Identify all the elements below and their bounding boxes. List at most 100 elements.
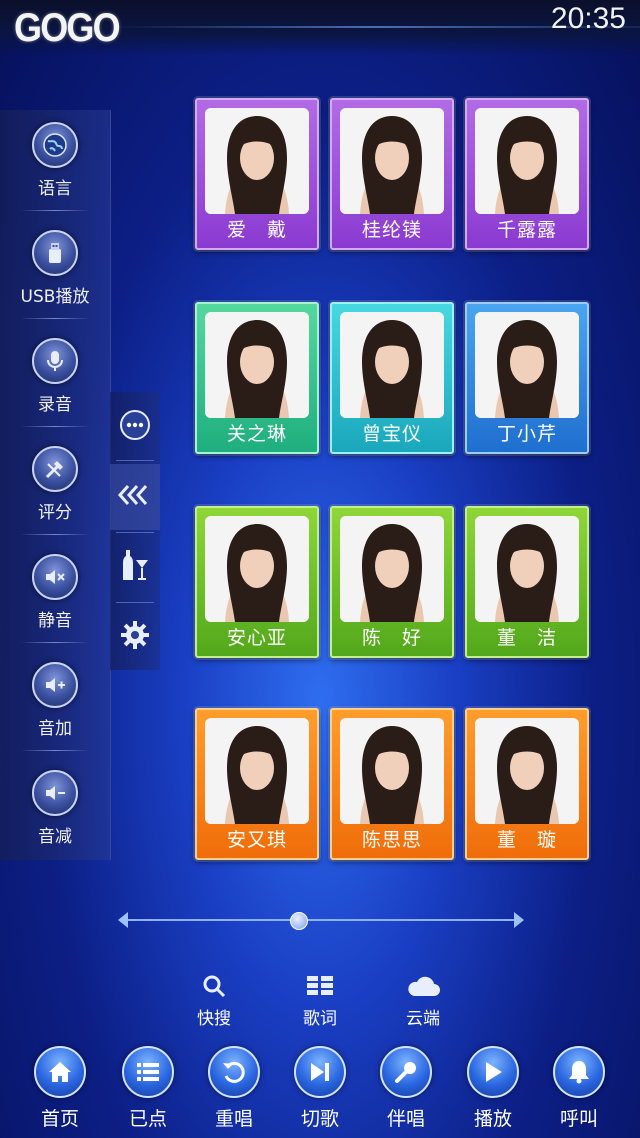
singer-name: 千露露	[496, 219, 557, 241]
function-label: 歌词	[303, 1009, 337, 1029]
nav-label: 已点	[128, 1108, 167, 1130]
divider	[116, 460, 154, 461]
volume-down-icon	[32, 770, 78, 816]
slider-right-arrow-icon[interactable]	[514, 912, 524, 928]
singer-name: 桂纶镁	[361, 219, 422, 241]
sidebar-item-volume-down[interactable]: 音减	[0, 758, 110, 866]
nav-skip[interactable]: 切歌	[282, 1046, 358, 1131]
singer-name: 安又琪	[226, 829, 287, 851]
singer-photo	[205, 108, 309, 214]
singer-name: 曾宝仪	[361, 423, 422, 445]
singer-name: 陈 好	[361, 627, 422, 649]
nav-replay[interactable]: 重唱	[196, 1046, 272, 1131]
nav-label: 切歌	[300, 1108, 339, 1130]
slider-knob[interactable]	[289, 912, 308, 930]
divider	[116, 532, 154, 533]
singer-card[interactable]: 千露露	[465, 98, 589, 250]
top-bar: GOGO 20:35	[0, 0, 640, 56]
volume-up-icon	[32, 662, 78, 708]
sidebar-item-language[interactable]: 语言	[0, 110, 110, 218]
progress-slider[interactable]	[118, 910, 524, 930]
singer-photo	[205, 516, 309, 622]
singer-card[interactable]: 桂纶镁	[330, 98, 454, 250]
singer-name: 丁小芹	[496, 423, 557, 445]
side-tool-strip	[110, 392, 160, 670]
sidebar-item-record[interactable]: 录音	[0, 326, 110, 434]
nav-play[interactable]: 播放	[455, 1046, 531, 1131]
singer-card[interactable]: 安心亚	[195, 506, 319, 658]
settings-gear-icon	[120, 620, 150, 654]
divider	[116, 602, 154, 603]
singer-photo	[475, 516, 579, 622]
singer-photo	[475, 108, 579, 214]
singer-card[interactable]: 曾宝仪	[330, 302, 454, 454]
search-icon	[174, 972, 254, 1000]
singer-card[interactable]: 爱 戴	[195, 98, 319, 250]
more-button[interactable]	[110, 394, 160, 460]
singer-card[interactable]: 关之琳	[195, 302, 319, 454]
singer-photo	[205, 312, 309, 418]
divider	[20, 534, 90, 535]
nav-label: 呼叫	[559, 1108, 598, 1130]
sidebar-item-label: 音减	[38, 827, 72, 847]
score-icon	[32, 446, 78, 492]
mute-icon	[32, 554, 78, 600]
nav-call[interactable]: 呼叫	[541, 1046, 617, 1131]
sidebar-item-usb[interactable]: USB播放	[0, 218, 110, 326]
sidebar-item-label: 录音	[38, 395, 72, 415]
singer-photo	[340, 312, 444, 418]
skip-icon	[294, 1046, 346, 1098]
nav-home[interactable]: 首页	[22, 1046, 98, 1131]
singer-card[interactable]: 陈思思	[330, 708, 454, 860]
singer-card[interactable]: 丁小芹	[465, 302, 589, 454]
sidebar-item-volume-up[interactable]: 音加	[0, 650, 110, 758]
usb-icon	[32, 230, 78, 276]
settings-button[interactable]	[110, 604, 160, 670]
divider	[20, 750, 90, 751]
singer-name: 关之琳	[226, 423, 287, 445]
sidebar-item-mute[interactable]: 静音	[0, 542, 110, 650]
left-sidebar: 语言 USB播放 录音 评分 静音 音加 音减	[0, 110, 111, 860]
nav-selected[interactable]: 已点	[110, 1046, 186, 1131]
singer-photo	[340, 718, 444, 824]
sidebar-item-label: 语言	[38, 179, 72, 199]
slider-left-arrow-icon[interactable]	[118, 912, 128, 928]
singer-photo	[205, 718, 309, 824]
app-logo: GOGO	[14, 6, 121, 50]
collapse-button[interactable]	[110, 464, 160, 530]
sidebar-item-score[interactable]: 评分	[0, 434, 110, 542]
sidebar-item-label: 音加	[38, 719, 72, 739]
singer-name: 安心亚	[226, 627, 287, 649]
singer-photo	[475, 312, 579, 418]
nav-label: 播放	[473, 1108, 512, 1130]
singer-card[interactable]: 安又琪	[195, 708, 319, 860]
function-label: 云端	[406, 1009, 440, 1029]
cloud-icon	[383, 972, 463, 1000]
nav-label: 重唱	[214, 1108, 253, 1130]
collapse-arrows-icon	[117, 484, 152, 510]
lyrics-button[interactable]: 歌词	[280, 972, 360, 1029]
bell-icon	[553, 1046, 605, 1098]
drinks-button[interactable]	[110, 534, 160, 600]
microphone-icon	[32, 338, 78, 384]
singer-card[interactable]: 董 璇	[465, 708, 589, 860]
divider	[20, 318, 90, 319]
divider	[20, 426, 90, 427]
singer-card[interactable]: 董 洁	[465, 506, 589, 658]
singer-card[interactable]: 陈 好	[330, 506, 454, 658]
divider	[20, 642, 90, 643]
lyrics-icon	[280, 972, 360, 1000]
cloud-button[interactable]: 云端	[383, 972, 463, 1029]
mic-icon	[380, 1046, 432, 1098]
nav-label: 伴唱	[386, 1108, 425, 1130]
singer-photo	[340, 108, 444, 214]
clock: 20:35	[550, 2, 626, 35]
nav-accompany[interactable]: 伴唱	[368, 1046, 444, 1131]
play-icon	[467, 1046, 519, 1098]
singer-name: 董 洁	[496, 627, 557, 649]
drinks-icon	[120, 548, 150, 586]
singer-name: 董 璇	[496, 829, 557, 851]
quick-search-button[interactable]: 快搜	[174, 972, 254, 1029]
replay-icon	[208, 1046, 260, 1098]
singer-name: 爱 戴	[226, 219, 287, 241]
